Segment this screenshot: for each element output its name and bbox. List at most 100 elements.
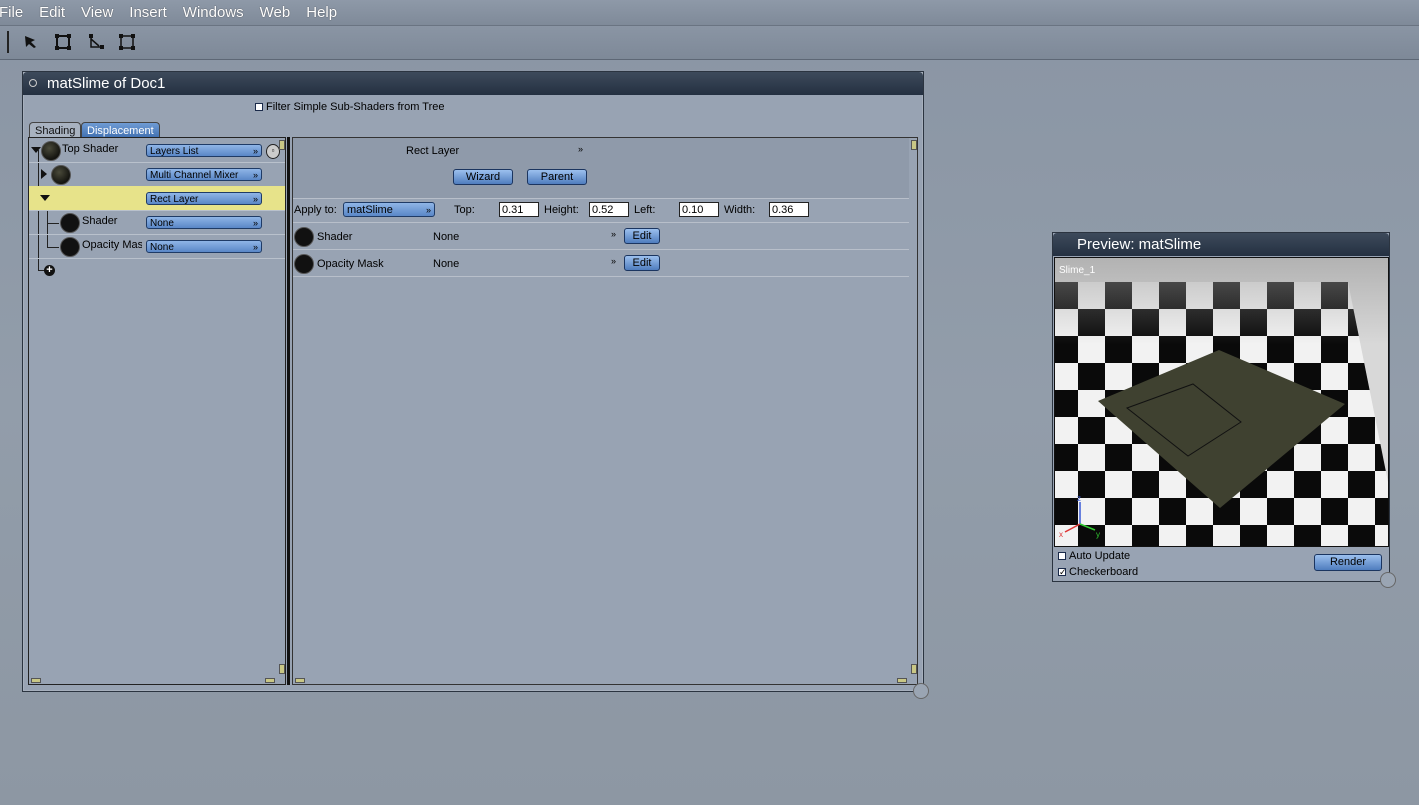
width-label: Width: [724, 204, 756, 216]
shader-type-dropdown[interactable]: None» [146, 216, 262, 229]
layer-header: Rect Layer » Wizard Parent [293, 138, 909, 199]
shader-type-dropdown[interactable]: Layers List» [146, 144, 262, 157]
panel-splitter[interactable] [287, 137, 290, 685]
material-window-title: matSlime of Doc1 [47, 75, 166, 92]
toolbar [0, 26, 1419, 60]
tree-row-label: Top Shader [62, 143, 119, 155]
shader-type-dropdown[interactable]: Rect Layer» [146, 192, 262, 205]
props-scrollbar-v[interactable] [911, 664, 917, 674]
left-label: Left: [634, 204, 656, 216]
shader-preview-orb [60, 237, 80, 257]
height-label: Height: [544, 204, 579, 216]
apply-to-label: Apply to: [294, 204, 337, 216]
collapse-triangle-icon[interactable] [40, 195, 50, 201]
chevron-down-icon: » [252, 218, 258, 228]
tree-row-opacity-mask[interactable]: Opacity Mask None» [29, 234, 285, 259]
chevron-down-icon: » [252, 170, 258, 180]
chevron-down-icon: » [252, 146, 258, 156]
edit-button[interactable]: Edit [624, 228, 660, 244]
rectangle-select-icon[interactable] [54, 33, 72, 51]
top-input[interactable]: 0.31 [499, 202, 539, 217]
menu-edit[interactable]: Edit [31, 0, 73, 25]
menu-windows[interactable]: Windows [175, 0, 252, 25]
shader-type-dropdown[interactable]: None» [146, 240, 262, 253]
preview-window: Preview: matSlime Slime_1 z x y Auto Upd… [1052, 232, 1390, 582]
menu-view[interactable]: View [73, 0, 121, 25]
svg-text:z: z [1077, 494, 1081, 503]
checkerboard-row[interactable]: ✓ Checkerboard [1058, 566, 1138, 578]
menu-help[interactable]: Help [298, 0, 345, 25]
frame-icon[interactable] [118, 33, 136, 51]
chevron-down-icon: » [425, 205, 431, 215]
height-input[interactable]: 0.52 [589, 202, 629, 217]
menu-file[interactable]: File [0, 0, 31, 25]
props-scrollbar-v[interactable] [911, 140, 917, 150]
property-value[interactable]: None [433, 258, 459, 270]
auto-update-checkbox[interactable] [1058, 552, 1066, 561]
property-row-opacity-mask: Opacity Mask None » Edit [293, 249, 909, 276]
object-label: Slime_1 [1059, 265, 1096, 276]
tree-scrollbar-v[interactable] [279, 140, 285, 150]
props-scrollbar-h[interactable] [897, 678, 907, 683]
auto-update-row[interactable]: Auto Update [1058, 550, 1130, 562]
checkerboard-render: Slime_1 z x y [1055, 258, 1388, 546]
filter-checkbox-row[interactable]: Filter Simple Sub-Shaders from Tree [255, 101, 445, 113]
tree-scrollbar-v[interactable] [279, 664, 285, 674]
edit-button[interactable]: Edit [624, 255, 660, 271]
resize-handle-icon[interactable] [1380, 572, 1396, 588]
menu-bar: File Edit View Insert Windows Web Help [0, 0, 1419, 26]
checkerboard-label: Checkerboard [1069, 566, 1139, 578]
tree-row-rect-layer[interactable]: Rect Layer» [29, 186, 285, 211]
tree-row-shader[interactable]: Shader None» [29, 210, 285, 235]
width-input[interactable]: 0.36 [769, 202, 809, 217]
tree-row-mixer[interactable]: Multi Channel Mixer» [29, 162, 285, 187]
layer-properties-panel: Rect Layer » Wizard Parent Apply to: mat… [292, 137, 918, 685]
property-value[interactable]: None [433, 231, 459, 243]
shader-preview-orb [41, 141, 61, 161]
shader-preview-orb [51, 165, 71, 185]
expand-triangle-icon[interactable] [41, 169, 47, 179]
select-arrow-icon[interactable] [22, 33, 40, 51]
shader-preview-orb [294, 254, 314, 274]
toolbar-separator [7, 31, 9, 53]
property-row-shader: Shader None » Edit [293, 222, 909, 249]
chevron-down-icon[interactable]: » [611, 256, 616, 266]
auto-update-label: Auto Update [1069, 550, 1131, 562]
svg-text:y: y [1096, 530, 1100, 539]
props-scrollbar-h[interactable] [295, 678, 305, 683]
material-room-window: matSlime of Doc1 Filter Simple Sub-Shade… [22, 71, 924, 692]
row-divider [293, 276, 909, 303]
window-close-icon[interactable] [29, 79, 37, 87]
chevron-down-icon[interactable]: » [578, 144, 583, 154]
resize-handle-icon[interactable] [913, 683, 929, 699]
tree-scrollbar-h[interactable] [265, 678, 275, 683]
tree-row-top-shader[interactable]: Top Shader Layers List» ▫ [29, 138, 285, 163]
checkerboard-checkbox[interactable]: ✓ [1058, 568, 1067, 577]
trash-icon[interactable]: ▫ [266, 144, 280, 159]
chevron-down-icon: » [252, 194, 258, 204]
menu-web[interactable]: Web [252, 0, 299, 25]
tree-scrollbar-h[interactable] [31, 678, 41, 683]
left-input[interactable]: 0.10 [679, 202, 719, 217]
svg-text:x: x [1059, 530, 1063, 539]
apply-to-dropdown[interactable]: matSlime» [343, 202, 435, 217]
tree-row-label: Opacity Mask [82, 239, 142, 251]
property-label: Shader [317, 231, 353, 243]
wizard-button[interactable]: Wizard [453, 169, 513, 185]
chevron-down-icon[interactable]: » [611, 229, 616, 239]
property-label: Opacity Mask [317, 258, 384, 270]
material-window-titlebar[interactable]: matSlime of Doc1 [23, 72, 923, 95]
layer-type-label: Rect Layer [406, 145, 460, 157]
lasso-icon[interactable] [87, 33, 105, 51]
tree-row-label: Shader [82, 215, 118, 227]
chevron-down-icon: » [252, 242, 258, 252]
filter-checkbox[interactable] [255, 103, 263, 112]
shader-type-dropdown[interactable]: Multi Channel Mixer» [146, 168, 262, 181]
render-button[interactable]: Render [1314, 554, 1382, 571]
add-layer-icon[interactable]: + [44, 265, 55, 276]
collapse-triangle-icon[interactable] [31, 147, 41, 153]
parent-button[interactable]: Parent [527, 169, 587, 185]
preview-titlebar[interactable]: Preview: matSlime [1053, 233, 1389, 256]
preview-viewport[interactable]: Slime_1 z x y [1054, 257, 1389, 547]
menu-insert[interactable]: Insert [121, 0, 175, 25]
